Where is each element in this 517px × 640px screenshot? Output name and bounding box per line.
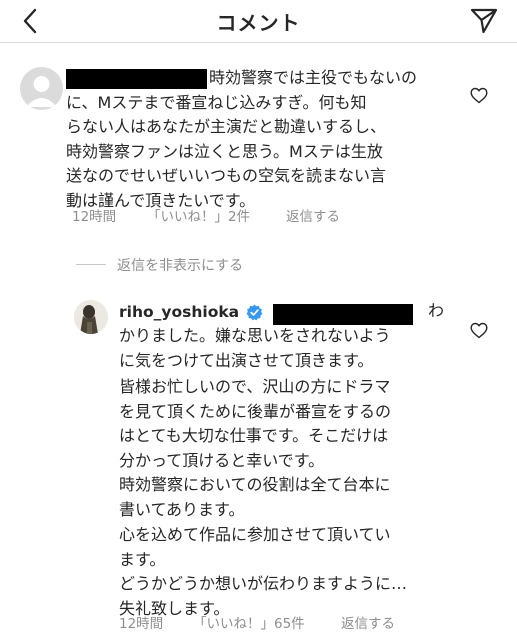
comment-time: 12時間 <box>72 209 117 225</box>
verified-badge-icon <box>246 304 263 321</box>
reply-line: 書いてあります。 <box>119 499 245 519</box>
reply-line: かりました。嫌な思いをされないよう <box>119 326 391 345</box>
reply-likes-link[interactable]: 「いいね！」65件 <box>193 612 305 632</box>
reply-line: わ <box>428 301 445 320</box>
heart-icon[interactable] <box>470 322 488 339</box>
reply-line: に気をつけて出演させて頂きます。 <box>119 350 374 370</box>
comment-line: 時効警察では主役でもないの <box>209 68 418 87</box>
comment-likes-link[interactable]: 「いいね！」2件 <box>147 205 250 225</box>
send-button[interactable] <box>469 5 499 35</box>
reply-line: 分かって頂けると幸いです。 <box>119 450 325 470</box>
comment-line: 時効警察ファンは泣くと思う。Mステは生放 <box>66 141 383 161</box>
divider-line <box>76 264 106 265</box>
comment-line: らない人はあなたが主演だと勘違いするし、 <box>66 117 387 136</box>
paper-plane-icon <box>470 8 498 34</box>
hide-replies-button[interactable]: 返信を非表示にする <box>117 255 243 275</box>
reply-line: 皆様お忙しいので、沢山の方にドラマ <box>119 377 391 396</box>
page-title: コメント <box>216 11 301 35</box>
reply-line: 時効警察においての役割は全て台本に <box>119 475 391 494</box>
reply-time: 12時間 <box>119 616 164 632</box>
reply-line: どうかどうか想いが伝わりますように… <box>119 574 408 593</box>
comment-line: 送なのでせいぜいいつもの空気を読まない言 <box>66 166 387 185</box>
comment-line: に、Mステまで番宣ねじ込みすぎ。何も知 <box>66 92 367 112</box>
avatar-photo <box>74 300 108 334</box>
reply-line: ます。 <box>119 549 166 569</box>
header-bar: コメント <box>0 0 517 43</box>
default-user-icon <box>26 76 57 107</box>
reply-reply-button[interactable]: 返信する <box>341 612 395 632</box>
avatar[interactable] <box>74 300 108 334</box>
reply-username[interactable]: riho_yoshioka <box>119 303 239 321</box>
reply-line: を見て頂くために後輩が番宣をするの <box>119 401 392 421</box>
redacted-username <box>66 69 207 89</box>
reply-line: はとても大切な仕事です。そこだけは <box>119 426 389 445</box>
comment-reply-button[interactable]: 返信する <box>286 205 340 225</box>
reply-line: 心を込めて作品に参加させて頂いてい <box>119 525 391 544</box>
redacted-mention <box>273 304 413 325</box>
heart-icon[interactable] <box>470 87 488 104</box>
commenter-avatar[interactable] <box>20 67 63 110</box>
